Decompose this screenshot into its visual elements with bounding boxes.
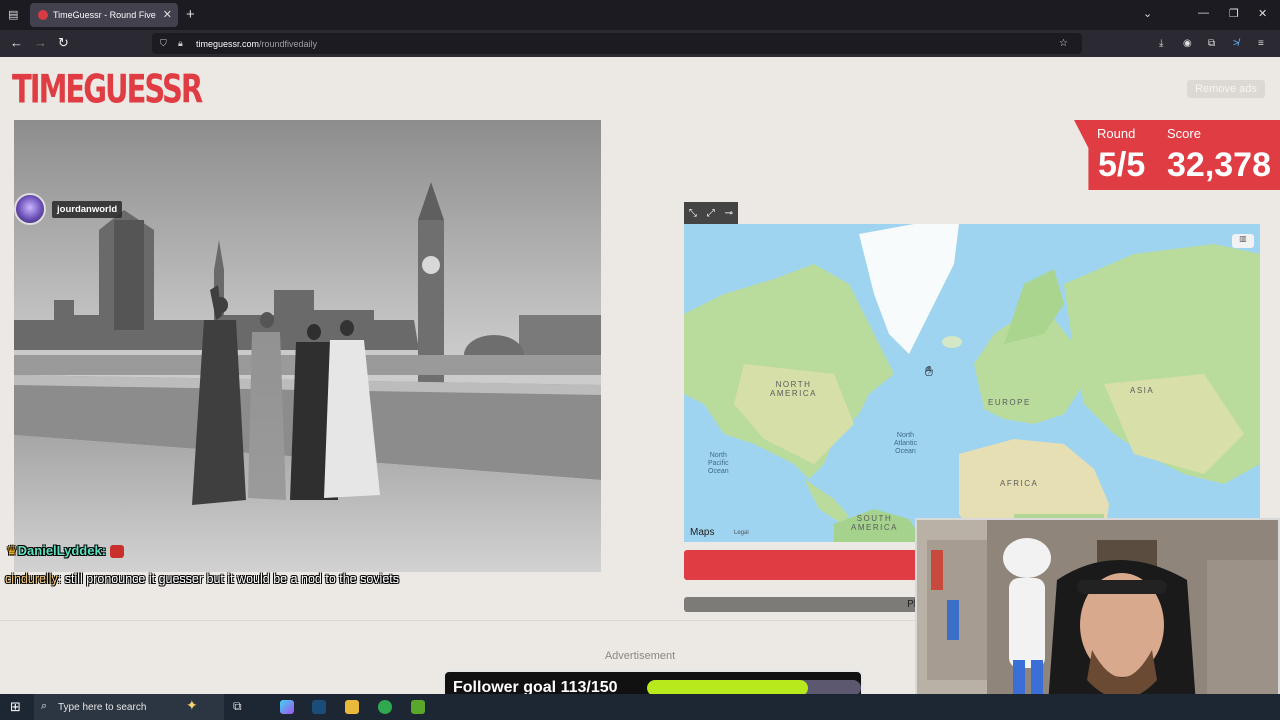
url-path: /roundfivedaily [259, 38, 318, 49]
extension-icon[interactable]: ≯ [1233, 38, 1239, 49]
windows-taskbar: ⊞ ⌕ Type here to search ✦ ⧉ [0, 694, 1280, 720]
new-tab-icon[interactable]: + [186, 6, 195, 23]
chat-message: ♛DanielLyddek: [6, 543, 124, 559]
downloads-icon[interactable]: ⤓ [1159, 38, 1163, 49]
chat-username: cindurelly: [5, 572, 62, 586]
tab-list-icon[interactable]: ▤ [8, 8, 18, 21]
map-label-africa: AFRICA [1000, 479, 1039, 488]
world-map[interactable]: NORTH AMERICA EUROPE ASIA AFRICA SOUTH A… [684, 224, 1260, 542]
extensions-icon[interactable]: ⧉ [1208, 38, 1215, 49]
map-legal-link[interactable]: Legal [734, 530, 749, 536]
menu-icon[interactable]: ≡ [1258, 38, 1264, 49]
nvidia-app-icon[interactable] [411, 700, 425, 714]
guess-map-container: ⤡ ⤢ ⊸ NORTH AMERICA EUROPE ASIA AFRICA S… [684, 202, 1260, 542]
close-tab-icon[interactable]: ✕ [163, 8, 172, 21]
address-bar[interactable]: timeguessr.com/roundfivedaily [152, 33, 1082, 54]
task-view-icon[interactable]: ⧉ [233, 699, 242, 714]
score-panel: Round Score 5/5 32,378 [1074, 120, 1280, 190]
chat-text: still pronounce it guesser but it would … [64, 572, 399, 586]
pin-map-icon[interactable]: ⊸ [725, 208, 733, 219]
forward-icon[interactable]: → [34, 35, 47, 50]
search-placeholder: Type here to search [58, 701, 147, 713]
score-value: 32,378 [1167, 146, 1271, 184]
chat-message: cindurelly: still pronounce it guesser b… [5, 570, 425, 589]
round-value: 5/5 [1098, 146, 1146, 184]
emote-icon [109, 545, 124, 559]
maps-label: Maps [690, 527, 715, 538]
file-explorer-icon[interactable] [345, 700, 359, 714]
map-layers-icon[interactable]: ▥ [1232, 234, 1254, 248]
xbox-app-icon[interactable] [378, 700, 392, 714]
map-label-asia: ASIA [1130, 386, 1155, 395]
crown-icon: ♛ [6, 543, 18, 558]
score-label: Score [1167, 126, 1201, 141]
shield-icon[interactable]: ⛉ [160, 38, 167, 49]
map-label-north-america: NORTH AMERICA [770, 380, 817, 398]
timeguessr-logo[interactable]: TIMEGUESSR [12, 66, 203, 112]
lock-icon: 🔒︎ [178, 38, 183, 48]
streamer-badge: jourdanworld [14, 193, 123, 225]
copilot-app-icon[interactable] [280, 700, 294, 714]
minimize-icon[interactable]: — [1198, 7, 1209, 19]
browser-nav-bar: ← → ↻ timeguessr.com/roundfivedaily ⛉ 🔒︎… [0, 30, 1280, 57]
back-icon[interactable]: ← [10, 35, 23, 50]
map-label-north-atlantic: North Atlantic Ocean [894, 432, 917, 455]
restore-icon[interactable]: ❐ [1229, 7, 1239, 20]
tab-title: TimeGuessr - Round Five [53, 10, 156, 20]
browser-tab[interactable]: TimeGuessr - Round Five ✕ [30, 3, 178, 27]
map-label-europe: EUROPE [988, 398, 1031, 407]
hand-cursor-icon: ✋︎ [925, 363, 933, 379]
close-window-icon[interactable]: ✕ [1258, 7, 1267, 20]
url-domain: timeguessr.com [196, 38, 260, 49]
shrink-map-icon[interactable]: ⤢ [707, 208, 715, 219]
remove-ads-button[interactable]: Remove ads [1187, 80, 1265, 98]
windows-start-icon[interactable]: ⊞ [10, 699, 21, 715]
search-icon: ⌕ [41, 700, 48, 712]
streamer-name: jourdanworld [52, 200, 123, 218]
map-label-north-pacific: North Pacific Ocean [708, 452, 729, 475]
reload-icon[interactable]: ↻ [58, 35, 69, 51]
timeguessr-favicon-icon [38, 10, 48, 20]
browser-tab-bar: ▤ TimeGuessr - Round Five ✕ + ⌄ — ❐ ✕ [0, 0, 1280, 30]
expand-map-icon[interactable]: ⤡ [689, 208, 697, 219]
guess-progress-bar: Pl [684, 597, 920, 612]
account-icon[interactable]: ◉ [1183, 38, 1192, 49]
round-photo [14, 120, 601, 572]
map-label-south-america: SOUTH AMERICA [851, 514, 898, 532]
bookmark-star-icon[interactable]: ☆ [1059, 38, 1068, 49]
chat-username: DanielLyddek: [17, 543, 107, 558]
map-controls: ⤡ ⤢ ⊸ [684, 202, 738, 224]
make-guess-button[interactable] [684, 550, 920, 580]
steam-app-icon[interactable] [312, 700, 326, 714]
streamer-avatar [14, 193, 46, 225]
webcam-overlay [915, 518, 1280, 720]
tab-overflow-chevron-icon[interactable]: ⌄ [1143, 7, 1152, 20]
copilot-sparkle-icon[interactable]: ✦ [186, 697, 198, 714]
apple-maps-attribution: Maps [690, 527, 714, 538]
round-label: Round [1097, 126, 1136, 141]
